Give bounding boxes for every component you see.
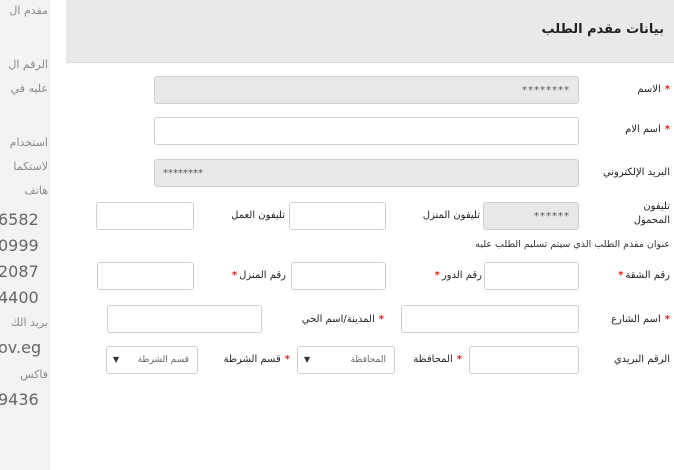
panel-header: بيانات مقدم الطلب bbox=[66, 0, 674, 63]
name-label: *الاسم bbox=[637, 84, 670, 95]
work-phone-input[interactable] bbox=[96, 202, 194, 230]
left-sidebar: مقدم ال الرقم ال عليه في استخدام لاستكما… bbox=[0, 0, 50, 470]
sidebar-link[interactable]: ov.eg bbox=[0, 338, 41, 357]
governorate-label: *المحافظة bbox=[413, 354, 462, 365]
email-input[interactable] bbox=[154, 159, 579, 187]
chevron-down-icon: ▼ bbox=[304, 355, 311, 364]
floor-input[interactable] bbox=[291, 262, 386, 290]
sidebar-line: عليه في bbox=[10, 82, 48, 95]
sidebar-number: 9436 bbox=[0, 390, 39, 409]
sidebar-line: الرقم ال bbox=[8, 58, 48, 71]
postal-code-input[interactable] bbox=[469, 346, 579, 374]
floor-label: رقم الدور* bbox=[434, 270, 482, 281]
email-label: البريد الإلكتروني bbox=[602, 167, 670, 178]
home-phone-label: تليفون المنزل bbox=[422, 210, 480, 221]
home-phone-input[interactable] bbox=[289, 202, 386, 230]
mother-name-label: *اسم الام bbox=[625, 124, 670, 135]
police-station-label: *قسم الشرطة bbox=[223, 354, 290, 365]
panel-title: بيانات مقدم الطلب bbox=[541, 22, 664, 37]
chevron-down-icon: ▼ bbox=[113, 355, 120, 364]
name-input[interactable] bbox=[154, 76, 579, 104]
mobile-label: تليفون المحمول bbox=[633, 201, 670, 226]
district-label: *المدينة/اسم الحي bbox=[301, 314, 384, 325]
police-station-select[interactable]: قسم الشرطة ▼ bbox=[106, 346, 198, 374]
delivery-address-note: عنوان مقدم الطلب الذي سيتم تسليم الطلب ع… bbox=[475, 239, 670, 250]
street-input[interactable] bbox=[401, 305, 579, 333]
sidebar-number: 6582 bbox=[0, 210, 39, 229]
district-input[interactable] bbox=[107, 305, 262, 333]
mother-name-input[interactable] bbox=[154, 117, 579, 145]
governorate-select[interactable]: المحافظة ▼ bbox=[297, 346, 395, 374]
governorate-selected: المحافظة bbox=[350, 355, 386, 365]
sidebar-line: هاتف bbox=[24, 184, 48, 197]
sidebar-line: استخدام bbox=[9, 136, 48, 149]
sidebar-line: فاكس bbox=[20, 368, 48, 381]
police-station-selected: قسم الشرطة bbox=[137, 355, 189, 365]
sidebar-line: مقدم ال bbox=[9, 4, 48, 17]
apartment-input[interactable] bbox=[484, 262, 579, 290]
postal-code-label: الرقم البريدي bbox=[613, 354, 670, 365]
sidebar-number: 2087 bbox=[0, 262, 39, 281]
apartment-label: رقم الشقة* bbox=[618, 270, 670, 281]
house-number-input[interactable] bbox=[97, 262, 194, 290]
sidebar-line: لاستكما bbox=[13, 160, 48, 173]
sidebar-number: 0999 bbox=[0, 236, 39, 255]
house-number-label: رقم المنزل* bbox=[231, 270, 286, 281]
street-label: *اسم الشارع bbox=[611, 314, 670, 325]
sidebar-line: بريد الك bbox=[10, 316, 48, 329]
sidebar-number: 4400 bbox=[0, 288, 39, 307]
work-phone-label: تليفون العمل bbox=[231, 210, 285, 221]
mobile-input[interactable] bbox=[483, 202, 579, 230]
